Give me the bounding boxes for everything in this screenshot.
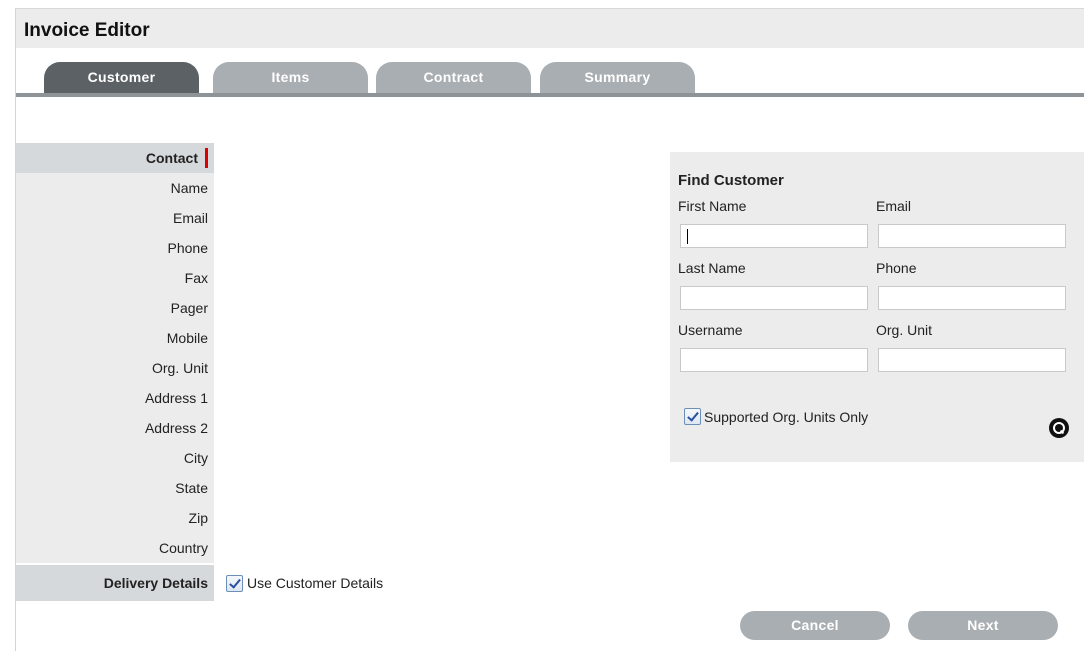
tab-contract[interactable]: Contract	[376, 62, 531, 93]
cancel-button[interactable]: Cancel	[740, 611, 890, 640]
email-input[interactable]	[878, 224, 1066, 248]
page-title: Invoice Editor	[24, 20, 150, 41]
contact-field-address-2: Address 2	[16, 413, 214, 443]
contact-field-mobile: Mobile	[16, 323, 214, 353]
delivery-details-header: Delivery Details	[16, 565, 214, 601]
email-label: Email	[876, 198, 912, 214]
contact-field-zip: Zip	[16, 503, 214, 533]
username-label: Username	[678, 322, 743, 338]
contact-field-country: Country	[16, 533, 214, 563]
contact-header: Contact	[16, 143, 214, 173]
org-unit-label: Org. Unit	[876, 322, 933, 338]
title-bar: Invoice Editor	[16, 8, 1084, 48]
use-customer-details-label: Use Customer Details	[247, 575, 384, 591]
contact-field-pager: Pager	[16, 293, 214, 323]
required-marker	[205, 148, 208, 168]
username-input[interactable]	[680, 348, 868, 372]
phone-label: Phone	[876, 260, 917, 276]
contact-field-phone: Phone	[16, 233, 214, 263]
contact-field-name: Name	[16, 173, 214, 203]
contact-field-address-1: Address 1	[16, 383, 214, 413]
contact-field-email: Email	[16, 203, 214, 233]
supported-org-units: Supported Org. Units Only	[684, 408, 884, 426]
search-icon[interactable]	[1049, 418, 1069, 438]
first-name-label: First Name	[678, 198, 747, 214]
use-customer-details: Use Customer Details	[222, 572, 383, 594]
tab-bar: Customer Items Contract Summary	[16, 48, 1084, 98]
tab-customer[interactable]: Customer	[44, 62, 199, 93]
use-customer-details-checkbox[interactable]	[226, 574, 243, 592]
contact-field-org-unit: Org. Unit	[16, 353, 214, 383]
tab-summary[interactable]: Summary	[540, 62, 695, 93]
find-customer-title: Find Customer	[678, 172, 784, 189]
contact-field-fax: Fax	[16, 263, 214, 293]
contact-labels: Contact Name Email Phone Fax Pager Mobil…	[16, 143, 214, 563]
supported-org-units-checkbox[interactable]	[684, 408, 701, 425]
last-name-label: Last Name	[678, 260, 746, 276]
contact-field-state: State	[16, 473, 214, 503]
supported-org-units-label: Supported Org. Units Only	[704, 409, 869, 425]
org-unit-input[interactable]	[878, 348, 1066, 372]
contact-field-city: City	[16, 443, 214, 473]
phone-input[interactable]	[878, 286, 1066, 310]
contact-header-label: Contact	[145, 150, 198, 166]
last-name-input[interactable]	[680, 286, 868, 310]
tab-items[interactable]: Items	[213, 62, 368, 93]
first-name-input[interactable]	[680, 224, 868, 248]
tab-divider	[16, 93, 1084, 97]
find-customer-panel: Find Customer First Name Email Last Name…	[670, 152, 1084, 462]
next-button[interactable]: Next	[908, 611, 1058, 640]
